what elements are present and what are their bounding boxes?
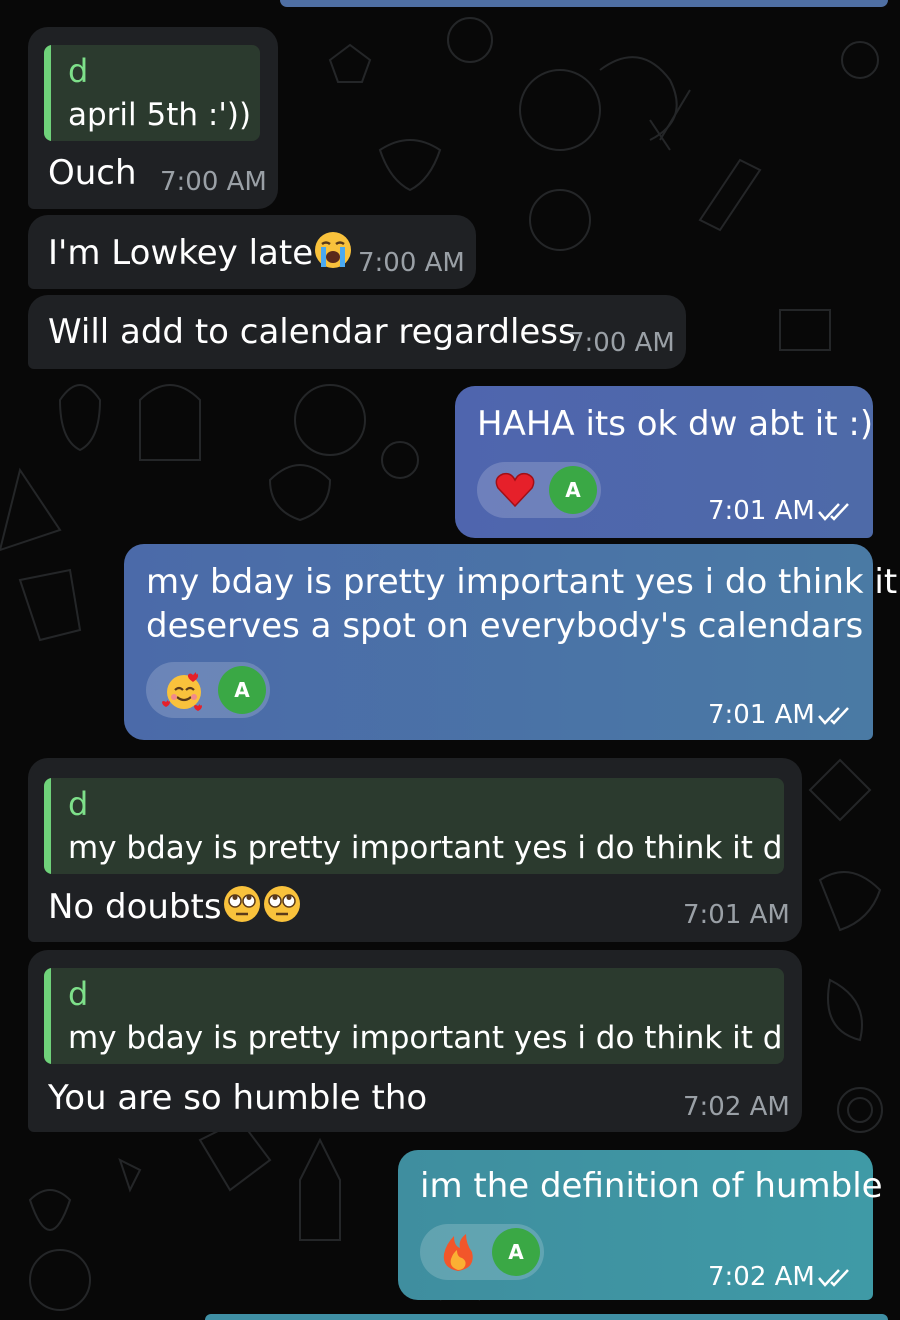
- loudly-crying-face-icon: [315, 232, 352, 268]
- reply-preview[interactable]: d my bday is pretty important yes i do t…: [44, 968, 784, 1064]
- next-message-edge: [205, 1314, 888, 1320]
- double-check-icon: [818, 1269, 849, 1287]
- reply-author: d: [68, 975, 89, 1013]
- reaction-avatar: A: [549, 466, 597, 514]
- previous-message-edge: [280, 0, 888, 7]
- message-outgoing[interactable]: HAHA its ok dw abt it :) A 7:01 AM: [455, 386, 873, 538]
- message-text: HAHA its ok dw abt it :): [477, 404, 874, 444]
- fire-icon: [443, 1234, 473, 1271]
- message-time: 7:02 AM: [708, 1262, 815, 1292]
- reply-accent-bar: [44, 45, 51, 141]
- message-outgoing[interactable]: my bday is pretty important yes i do thi…: [124, 544, 897, 740]
- red-heart-icon: [495, 472, 535, 508]
- message-incoming[interactable]: d my bday is pretty important yes i do t…: [28, 950, 802, 1132]
- reaction-chip[interactable]: A: [420, 1224, 544, 1280]
- message-text: I'm Lowkey late: [48, 233, 314, 273]
- message-time: 7:01 AM: [683, 900, 790, 930]
- message-incoming[interactable]: Will add to calendar regardless 7:00 AM: [28, 295, 686, 369]
- reaction-chip[interactable]: A: [477, 462, 601, 518]
- message-incoming[interactable]: d my bday is pretty important yes i do t…: [28, 758, 802, 942]
- smiling-face-with-hearts-icon: [162, 672, 202, 711]
- message-incoming[interactable]: I'm Lowkey late 7:00 AM: [28, 215, 476, 289]
- reply-accent-bar: [44, 778, 51, 874]
- chat-view[interactable]: d april 5th :')) Ouch 7:00 AM I'm Lowkey…: [0, 0, 900, 1320]
- message-text: im the definition of humble: [420, 1166, 883, 1206]
- reaction-avatar: A: [218, 666, 266, 714]
- reply-preview[interactable]: d april 5th :')): [44, 45, 260, 141]
- face-with-rolling-eyes-icon: [223, 886, 260, 922]
- message-text-line-2: deserves a spot on everybody's calendars: [146, 606, 864, 646]
- reply-accent-bar: [44, 968, 51, 1064]
- message-time: 7:02 AM: [683, 1092, 790, 1122]
- reply-quote-text: april 5th :')): [68, 97, 252, 133]
- reply-author: d: [68, 52, 89, 90]
- message-time: 7:00 AM: [568, 328, 675, 358]
- reply-preview[interactable]: d my bday is pretty important yes i do t…: [44, 778, 784, 874]
- message-text-row: I'm Lowkey late: [48, 230, 353, 275]
- reply-author: d: [68, 785, 89, 823]
- reply-quote-text: my bday is pretty important yes i do thi…: [68, 830, 784, 866]
- message-text-line-1: my bday is pretty important yes i do thi…: [146, 562, 898, 602]
- message-text: Will add to calendar regardless: [48, 312, 576, 352]
- reply-quote-text: my bday is pretty important yes i do thi…: [68, 1020, 784, 1056]
- reaction-chip[interactable]: A: [146, 662, 270, 718]
- message-time: 7:00 AM: [358, 248, 465, 278]
- message-text-row: No doubts: [48, 884, 302, 929]
- message-text: Ouch: [48, 153, 137, 193]
- double-check-icon: [818, 503, 849, 521]
- message-time: 7:00 AM: [160, 167, 267, 197]
- message-incoming[interactable]: d april 5th :')) Ouch 7:00 AM: [28, 27, 278, 209]
- message-time: 7:01 AM: [708, 700, 815, 730]
- message-text: You are so humble tho: [48, 1078, 428, 1118]
- message-outgoing[interactable]: im the definition of humble A 7:02 AM: [398, 1150, 883, 1300]
- message-text: No doubts: [48, 887, 222, 927]
- reaction-avatar: A: [492, 1228, 540, 1276]
- message-time: 7:01 AM: [708, 496, 815, 526]
- double-check-icon: [818, 707, 849, 725]
- face-with-rolling-eyes-icon: [263, 886, 300, 922]
